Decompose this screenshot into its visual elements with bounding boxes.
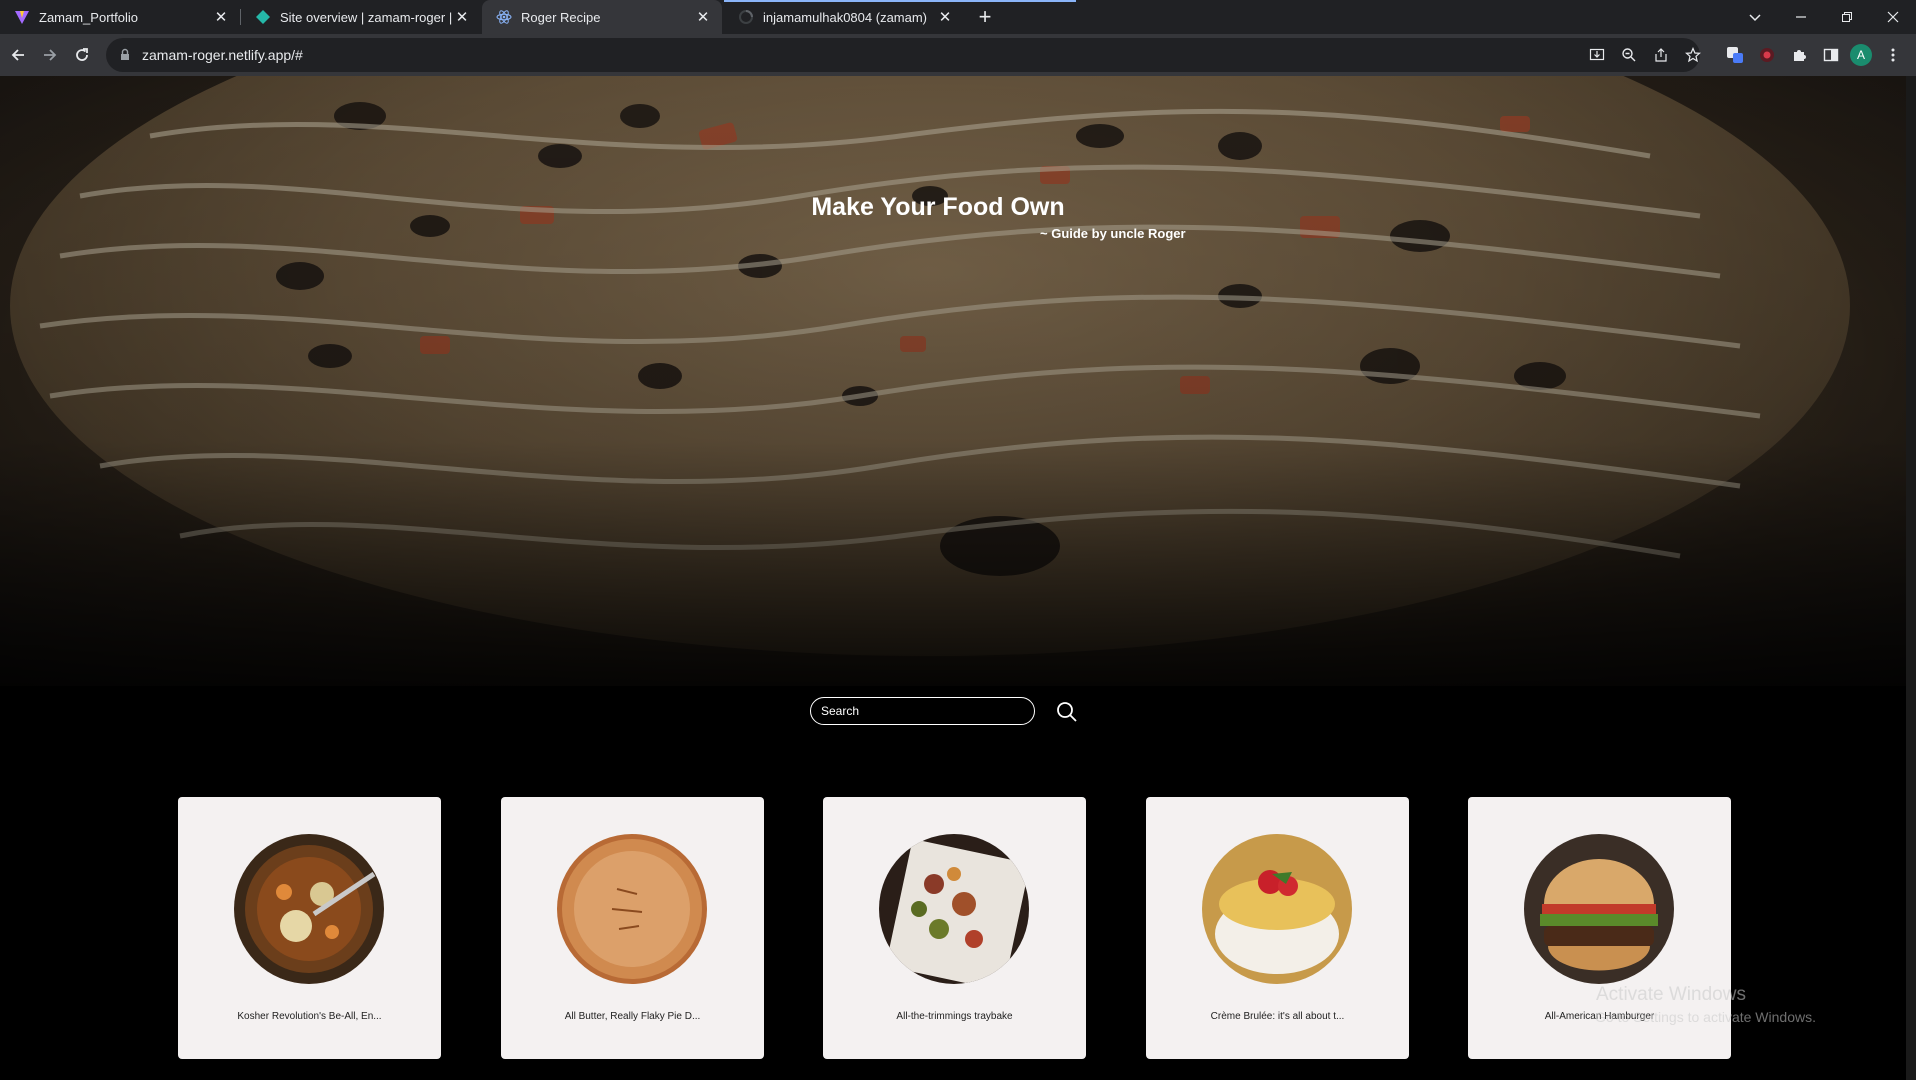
page-scrollbar[interactable] [1906,76,1916,1080]
install-app-icon[interactable] [1585,43,1609,67]
extension-record-icon[interactable] [1755,43,1779,67]
tab-zamam-portfolio[interactable]: Zamam_Portfolio ✕ [0,0,240,34]
recipe-title: Crème Brulée: it's all about t... [1210,1011,1345,1022]
back-arrow-icon[interactable] [2,39,34,71]
tab-search-chevron-icon[interactable] [1732,0,1778,34]
browser-tab-strip: Zamam_Portfolio ✕ Site overview | zamam-… [0,0,1916,34]
share-icon[interactable] [1649,43,1673,67]
recipe-image-traybake [879,834,1029,984]
tab-site-overview[interactable]: Site overview | zamam-roger | N ✕ [241,0,481,34]
tab-title: Zamam_Portfolio [39,9,138,25]
minimize-icon[interactable] [1778,0,1824,34]
search-icon[interactable] [1055,700,1079,724]
recipe-image-creme-brulee [1202,834,1352,984]
recipe-card[interactable]: All Butter, Really Flaky Pie D... [501,797,764,1059]
tab-title: Roger Recipe [521,9,601,25]
hero-banner: Make Your Food Own ~ Guide by uncle Roge… [0,76,1916,686]
extension-translate-icon[interactable] [1723,43,1747,67]
recipe-card[interactable]: Crème Brulée: it's all about t... [1146,797,1409,1059]
address-bar[interactable]: zamam-roger.netlify.app/# [106,38,1700,72]
recipe-title: Kosher Revolution's Be-All, En... [237,1011,382,1022]
recipe-title: All-the-trimmings traybake [896,1011,1013,1022]
close-window-icon[interactable] [1870,0,1916,34]
tab-title: injamamulhak0804 (zamam) [763,9,928,25]
close-icon[interactable]: ✕ [694,8,712,26]
loading-spinner-icon [738,9,754,25]
activate-windows-title: Activate Windows [1596,984,1746,1005]
profile-avatar[interactable]: A [1850,44,1872,66]
url-text: zamam-roger.netlify.app/# [142,47,303,63]
close-icon[interactable]: ✕ [453,8,471,26]
close-icon[interactable]: ✕ [212,8,230,26]
menu-kebab-icon[interactable] [1881,43,1905,67]
browser-toolbar: zamam-roger.netlify.app/# A [0,34,1916,76]
hero-overlay [0,76,1916,686]
react-favicon-icon [496,9,512,25]
zoom-icon[interactable] [1617,43,1641,67]
close-icon[interactable]: ✕ [936,8,954,26]
bookmark-star-icon[interactable] [1681,43,1705,67]
recipe-image-soup [234,834,384,984]
reload-icon[interactable] [66,39,98,71]
recipe-image-pie [557,834,707,984]
vite-favicon-icon [14,9,30,25]
new-tab-plus-icon[interactable]: + [972,4,998,30]
side-panel-icon[interactable] [1819,43,1843,67]
hero-subtitle: ~ Guide by uncle Roger [1040,226,1186,241]
recipe-image-hamburger [1524,834,1674,984]
activate-windows-subtitle: Go to Settings to activate Windows. [1595,1009,1816,1025]
loading-progress-bar [724,0,1076,2]
recipe-card[interactable]: All-the-trimmings traybake [823,797,1086,1059]
hero-title: Make Your Food Own [811,193,1065,221]
recipe-card[interactable]: Kosher Revolution's Be-All, En... [178,797,441,1059]
page-viewport: Make Your Food Own ~ Guide by uncle Roge… [0,76,1916,1080]
extensions-puzzle-icon[interactable] [1787,43,1811,67]
lock-icon[interactable] [118,48,132,62]
search-input[interactable] [811,698,1034,724]
search-field[interactable] [810,697,1035,725]
restore-icon[interactable] [1824,0,1870,34]
tab-github-profile[interactable]: injamamulhak0804 (zamam) ✕ [724,0,964,34]
tab-roger-recipe[interactable]: Roger Recipe ✕ [482,0,722,34]
recipe-title: All Butter, Really Flaky Pie D... [564,1011,701,1022]
forward-arrow-icon[interactable] [34,39,66,71]
tab-title: Site overview | zamam-roger | N [280,9,453,25]
netlify-favicon-icon [255,9,271,25]
